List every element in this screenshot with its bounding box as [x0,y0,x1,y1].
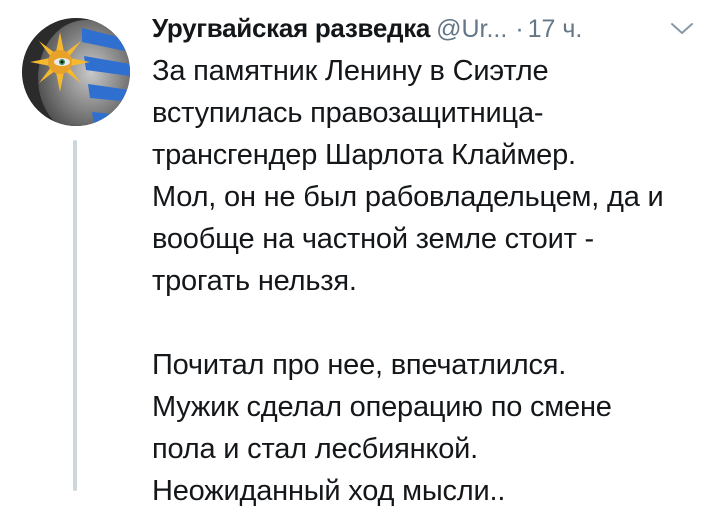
author-display-name[interactable]: Уругвайская разведка [152,13,430,43]
face-painted-uruguay-flag-avatar [22,18,130,126]
tweet-text-line: Мужик сделал операцию по смене [152,391,612,423]
thread-connector-line [73,140,77,491]
separator-dot: · [515,15,524,43]
tweet-menu-button[interactable] [668,16,696,40]
avatar[interactable] [22,18,130,126]
tweet[interactable]: Уругвайская разведка @Ur... · 17 ч. За памя… [0,0,720,507]
tweet-text: За памятник Ленину в Сиэтле вступилась п… [152,50,702,512]
tweet-text-line: вообще на частной земле стоит - [152,223,595,255]
tweet-timestamp[interactable]: 17 ч. [528,15,583,43]
tweet-header: Уругвайская разведка @Ur... · 17 ч. [152,6,692,50]
tweet-text-line: трансгендер Шарлота Клаймер. [152,139,576,171]
tweet-text-line: пола и стал лесбиянкой. [152,433,478,465]
tweet-text-line: Мол, он не был рабовладельцем, да и [152,181,664,213]
tweet-text-line: Почитал про нее, впечатлился. [152,349,567,381]
chevron-down-icon [671,23,693,34]
tweet-text-line: За памятник Ленину в Сиэтле [152,55,549,87]
tweet-text-line: Неожиданный ход мысли.. [152,475,506,507]
tweet-text-line: трогать нельзя. [152,265,357,297]
tweet-text-line: вступилась правозащитница- [152,97,544,129]
author-handle[interactable]: @Ur... [436,15,507,43]
